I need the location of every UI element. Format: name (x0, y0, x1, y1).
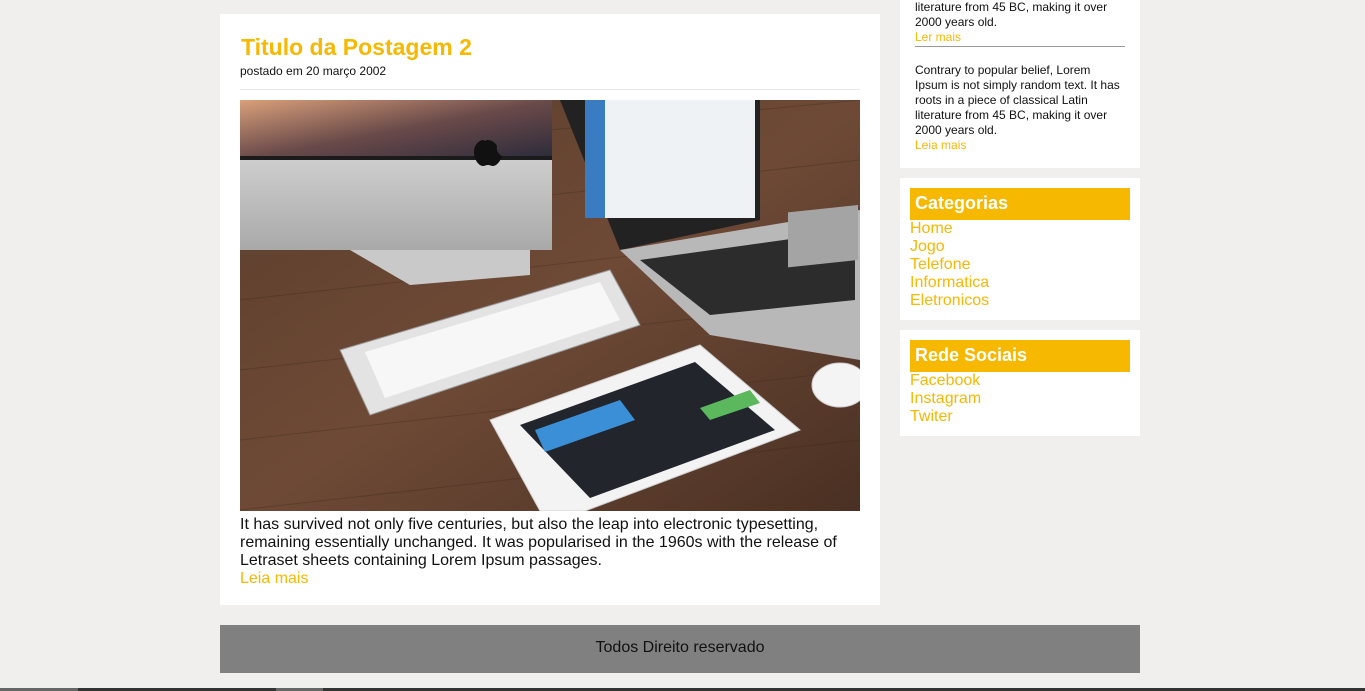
category-link-home[interactable]: Home (910, 220, 1130, 238)
recent-posts-widget: literature from 45 BC, making it over 20… (900, 0, 1140, 168)
social-title: Rede Sociais (910, 340, 1130, 372)
recent-post-item: literature from 45 BC, making it over 20… (915, 0, 1125, 45)
recent-post-text: Contrary to popular belief, Lorem Ipsum … (915, 63, 1120, 137)
recent-post-text: literature from 45 BC, making it over 20… (915, 0, 1108, 29)
post-image (240, 100, 860, 511)
social-list: Facebook Instagram Twiter (910, 372, 1130, 426)
post-card: Titulo da Postagem 2 postado em 20 março… (220, 14, 880, 605)
recent-post-link[interactable]: Leia mais (915, 138, 1125, 153)
site-footer: Todos Direito reservado (220, 625, 1140, 673)
post-excerpt: It has survived not only five centuries,… (240, 516, 837, 569)
category-link-jogo[interactable]: Jogo (910, 238, 1130, 256)
post-title[interactable]: Titulo da Postagem 2 (241, 34, 860, 60)
post-divider (240, 89, 860, 90)
category-link-eletronicos[interactable]: Eletronicos (910, 292, 1130, 310)
social-link-facebook[interactable]: Facebook (910, 372, 1130, 390)
social-link-instagram[interactable]: Instagram (910, 390, 1130, 408)
categories-title: Categorias (910, 188, 1130, 220)
read-more-link[interactable]: Leia mais (240, 570, 860, 588)
social-widget: Rede Sociais Facebook Instagram Twiter (900, 330, 1140, 436)
recent-post-link[interactable]: Ler mais (915, 30, 1125, 45)
recent-post-item: Contrary to popular belief, Lorem Ipsum … (915, 63, 1125, 153)
post-date: postado em 20 março 2002 (240, 64, 387, 78)
categories-widget: Categorias Home Jogo Telefone Informatic… (900, 178, 1140, 320)
category-link-telefone[interactable]: Telefone (910, 256, 1130, 274)
category-link-informatica[interactable]: Informatica (910, 274, 1130, 292)
categories-list: Home Jogo Telefone Informatica Eletronic… (910, 220, 1130, 310)
recent-post-divider (915, 46, 1125, 47)
footer-text: Todos Direito reservado (595, 639, 765, 656)
social-link-twitter[interactable]: Twiter (910, 408, 1130, 426)
